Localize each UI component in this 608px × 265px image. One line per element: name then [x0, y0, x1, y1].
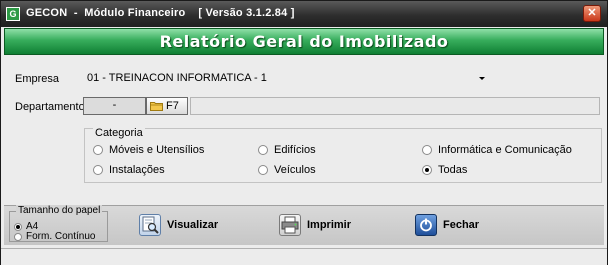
categoria-option-label: Todas [438, 164, 468, 176]
categoria-option-label: Instalações [109, 164, 165, 176]
f7-label: F7 [166, 100, 179, 112]
categoria-option-label: Móveis e Utensílios [109, 144, 205, 156]
title-bar[interactable]: G GECON - Módulo Financeiro [ Versão 3.1… [1, 1, 607, 27]
window-title: GECON - Módulo Financeiro [ Versão 3.1.2… [26, 7, 295, 19]
close-button[interactable]: ✕ [583, 5, 601, 22]
papel-option-label: Form. Contínuo [26, 231, 96, 242]
visualizar-label: Visualizar [167, 219, 219, 231]
chevron-down-icon[interactable] [479, 77, 485, 80]
departamento-name-field[interactable] [190, 97, 600, 115]
imprimir-button[interactable]: Imprimir [279, 213, 351, 237]
papel-option-form-continuo[interactable]: Form. Contínuo [14, 231, 95, 242]
tamanho-papel-legend: Tamanho do papel [16, 205, 103, 216]
empresa-value: 01 - TREINACON INFORMATICA - 1 [87, 72, 267, 84]
categoria-option-edificios[interactable]: Edifícios [258, 144, 316, 156]
categoria-option-label: Informática e Comunicação [438, 144, 572, 156]
fechar-label: Fechar [443, 219, 480, 231]
categoria-option-veiculos[interactable]: Veículos [258, 164, 316, 176]
categoria-legend: Categoria [93, 127, 145, 139]
departamento-code-field[interactable]: - [83, 97, 146, 115]
visualizar-button[interactable]: Visualizar [139, 213, 218, 237]
radio-icon[interactable] [93, 165, 103, 175]
categoria-option-todas[interactable]: Todas [422, 164, 467, 176]
empresa-select[interactable]: 01 - TREINACON INFORMATICA - 1 [85, 70, 489, 86]
preview-icon [139, 214, 161, 236]
printer-icon [279, 214, 301, 236]
radio-icon[interactable] [422, 165, 432, 175]
categoria-option-informatica[interactable]: Informática e Comunicação [422, 144, 572, 156]
status-strip [1, 248, 607, 265]
report-window: G GECON - Módulo Financeiro [ Versão 3.1… [0, 0, 608, 265]
radio-icon[interactable] [14, 232, 22, 241]
departamento-label: Departamento [15, 101, 85, 113]
empresa-label: Empresa [15, 73, 60, 85]
categoria-option-label: Veículos [274, 164, 316, 176]
app-icon: G [6, 7, 20, 21]
fechar-button[interactable]: Fechar [415, 213, 479, 237]
radio-icon[interactable] [422, 145, 432, 155]
categoria-option-label: Edifícios [274, 144, 316, 156]
report-banner: Relatório Geral do Imobilizado [4, 28, 604, 55]
categoria-option-moveis[interactable]: Móveis e Utensílios [93, 144, 204, 156]
radio-icon[interactable] [258, 165, 268, 175]
imprimir-label: Imprimir [307, 219, 352, 231]
radio-icon[interactable] [14, 222, 22, 231]
departamento-lookup-button[interactable]: F7 [146, 97, 188, 115]
radio-icon[interactable] [258, 145, 268, 155]
categoria-option-instalacoes[interactable]: Instalações [93, 164, 165, 176]
folder-icon [150, 102, 163, 111]
power-icon [415, 214, 437, 236]
radio-icon[interactable] [93, 145, 103, 155]
